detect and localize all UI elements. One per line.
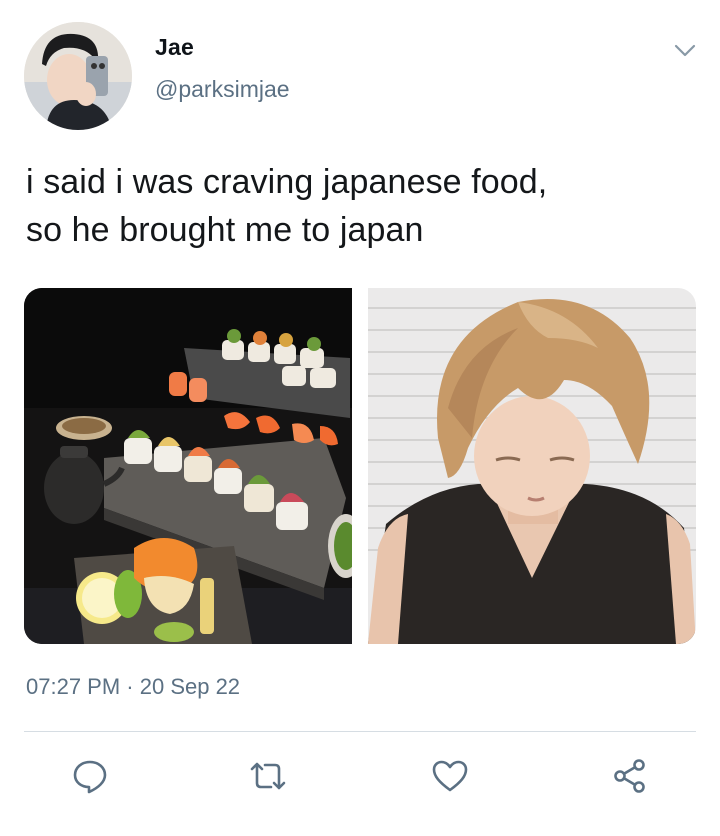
divider bbox=[24, 731, 696, 732]
retweet-button[interactable] bbox=[246, 754, 290, 798]
chevron-down-icon[interactable] bbox=[672, 40, 698, 60]
share-button[interactable] bbox=[608, 754, 652, 798]
like-icon bbox=[432, 760, 468, 792]
tweet-text-line: so he brought me to japan bbox=[26, 211, 424, 249]
author-handle[interactable]: @parksimjae bbox=[155, 76, 290, 103]
media-photo-food[interactable] bbox=[24, 288, 352, 644]
media-grid bbox=[24, 288, 696, 644]
reply-icon bbox=[73, 760, 107, 794]
reply-button[interactable] bbox=[68, 754, 112, 798]
timestamp-separator: · bbox=[120, 674, 140, 699]
author-display-name[interactable]: Jae bbox=[155, 34, 194, 61]
retweet-icon bbox=[250, 762, 286, 790]
tweet-date: 20 Sep 22 bbox=[139, 674, 241, 699]
media-photo-person[interactable] bbox=[368, 288, 696, 644]
share-icon bbox=[614, 759, 645, 793]
tweet-timestamp[interactable]: 07:27 PM · 20 Sep 22 bbox=[26, 674, 240, 700]
tweet-time: 07:27 PM bbox=[26, 674, 121, 699]
like-button[interactable] bbox=[428, 754, 472, 798]
tweet-text-line: i said i was craving japanese food, bbox=[26, 163, 548, 201]
tweet-text: i said i was craving japanese food, so h… bbox=[26, 158, 696, 254]
avatar[interactable] bbox=[24, 22, 132, 130]
tweet-card: Jae @parksimjae i said i was craving jap… bbox=[0, 0, 720, 836]
